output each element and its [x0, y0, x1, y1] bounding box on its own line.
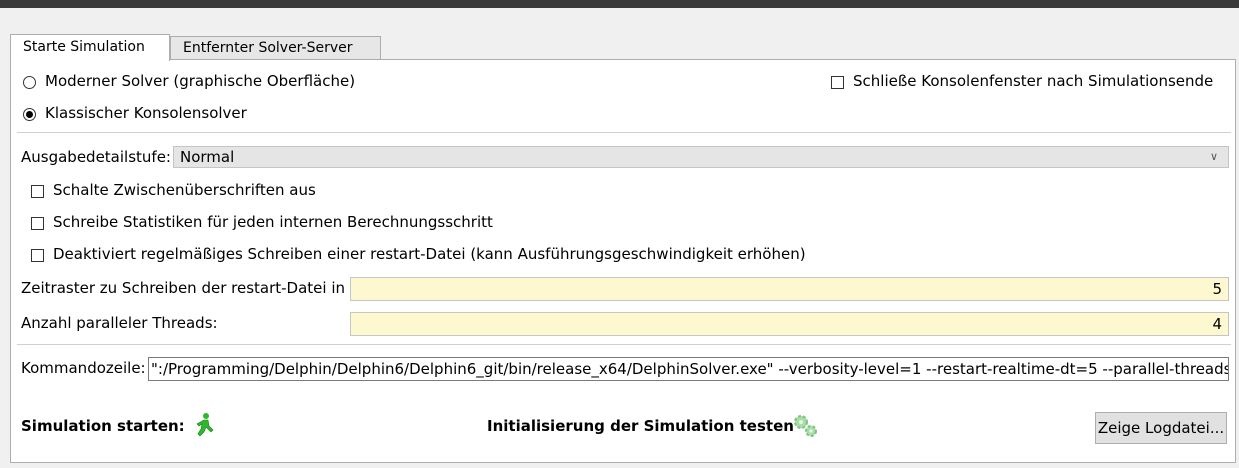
- output-detail-combobox[interactable]: Normal ∨: [173, 146, 1229, 168]
- test-init-button[interactable]: [791, 412, 817, 438]
- start-simulation-button[interactable]: [191, 412, 217, 438]
- threads-input[interactable]: 4: [350, 312, 1229, 336]
- separator: [17, 132, 1231, 133]
- separator: [17, 344, 1231, 345]
- disable-restart-label: Deaktiviert regelmäßiges Schreiben einer…: [53, 245, 806, 263]
- test-init-label: Initialisierung der Simulation testen: [487, 417, 794, 435]
- simulation-panel: Moderner Solver (graphische Oberfläche) …: [10, 59, 1236, 463]
- tab-starte-simulation[interactable]: Starte Simulation: [10, 34, 170, 61]
- start-simulation-label: Simulation starten:: [21, 417, 185, 435]
- modern-solver-label: Moderner Solver (graphische Oberfläche): [45, 72, 356, 90]
- close-console-label: Schließe Konsolenfenster nach Simulation…: [853, 72, 1214, 90]
- output-detail-value: Normal: [180, 148, 235, 166]
- modern-solver-radio[interactable]: [23, 76, 36, 89]
- write-stats-label: Schreibe Statistiken für jeden internen …: [53, 213, 493, 231]
- threads-label: Anzahl paralleler Threads:: [21, 314, 218, 332]
- tab-entfernter-solver-server[interactable]: Entfernter Solver-Server: [170, 36, 381, 59]
- window-top-bar: [0, 0, 1239, 8]
- chevron-down-icon: ∨: [1209, 150, 1218, 163]
- classic-solver-label: Klassischer Konsolensolver: [45, 104, 247, 122]
- running-man-icon: [196, 413, 214, 437]
- gears-icon: [794, 415, 817, 437]
- disable-subheadings-label: Schalte Zwischenüberschriften aus: [53, 181, 316, 199]
- show-logfile-button[interactable]: Zeige Logdatei...: [1095, 412, 1227, 444]
- disable-restart-checkbox[interactable]: [31, 249, 44, 262]
- write-stats-checkbox[interactable]: [31, 217, 44, 230]
- close-console-checkbox[interactable]: [831, 76, 844, 89]
- restart-interval-label: Zeitraster zu Schreiben der restart-Date…: [21, 279, 358, 297]
- command-line-label: Kommandozeile:: [21, 359, 146, 377]
- classic-solver-radio[interactable]: [23, 108, 36, 121]
- restart-interval-input[interactable]: 5: [350, 277, 1229, 301]
- output-detail-label: Ausgabedetailstufe:: [21, 148, 171, 166]
- command-line-field[interactable]: ":/Programming/Delphin/Delphin6/Delphin6…: [148, 357, 1229, 381]
- disable-subheadings-checkbox[interactable]: [31, 185, 44, 198]
